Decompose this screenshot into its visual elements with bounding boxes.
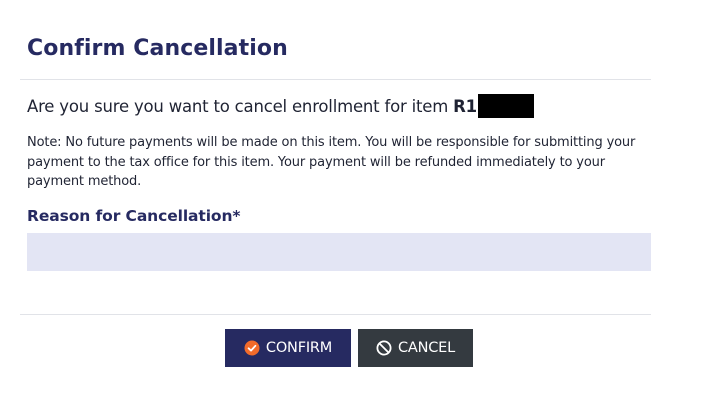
item-id: R1 [453,97,477,116]
reason-input[interactable] [27,233,651,271]
footer-divider [20,314,651,315]
reason-label: Reason for Cancellation* [27,207,241,225]
dialog-title: Confirm Cancellation [27,36,288,61]
cancellation-note: Note: No future payments will be made on… [27,135,636,189]
confirm-button-label: CONFIRM [265,340,333,356]
header-divider [20,79,651,80]
ban-icon [376,340,392,356]
cancel-button[interactable]: CANCEL [358,329,473,367]
question-text: Are you sure you want to cancel enrollme… [27,97,449,116]
cancel-button-label: CANCEL [397,340,456,356]
redacted-item-id [477,94,534,118]
check-circle-icon [244,340,260,356]
confirmation-question: Are you sure you want to cancel enrollme… [27,94,534,119]
confirm-button[interactable]: CONFIRM [225,329,351,367]
